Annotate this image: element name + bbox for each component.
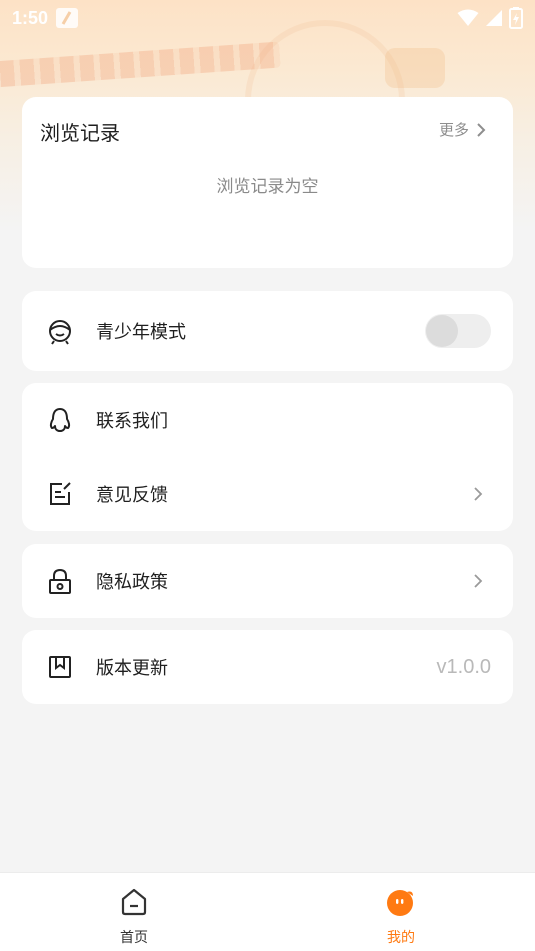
youth-mode-toggle[interactable] [425, 314, 491, 348]
privacy-card: 隐私政策 [22, 544, 513, 618]
lock-icon [49, 568, 71, 594]
version-card: 版本更新 v1.0.0 [22, 630, 513, 704]
nav-profile[interactable]: 我的 [341, 873, 461, 951]
nav-home[interactable]: 首页 [74, 873, 194, 951]
history-empty-text: 浏览记录为空 [216, 177, 319, 197]
toggle-knob [426, 315, 458, 347]
home-icon [121, 888, 147, 916]
chevron-right-icon [474, 487, 483, 501]
youth-mode-row: 青少年模式 [22, 294, 513, 368]
nav-profile-label: 我的 [387, 930, 415, 946]
support-card: 联系我们 意见反馈 [22, 383, 513, 531]
status-bar: 1:50 [0, 0, 535, 36]
version-row[interactable]: 版本更新 v1.0.0 [22, 630, 513, 704]
browse-history-card: 浏览记录 更多 浏览记录为空 [22, 97, 513, 268]
decoration-film-strip [0, 41, 281, 89]
contact-label: 联系我们 [96, 411, 168, 432]
history-more-link[interactable]: 更多 [439, 119, 487, 140]
nav-home-label: 首页 [120, 930, 148, 946]
bottom-navigation: 首页 我的 [0, 872, 535, 951]
status-icons [457, 7, 523, 29]
bookmark-book-icon [49, 656, 71, 678]
chevron-right-icon [477, 122, 486, 137]
chevron-right-icon [474, 574, 483, 588]
youth-mode-label: 青少年模式 [96, 322, 186, 343]
notification-note-icon [56, 8, 79, 28]
feedback-row[interactable]: 意见反馈 [22, 457, 513, 531]
youth-mode-card: 青少年模式 [22, 291, 513, 371]
battery-icon [509, 7, 523, 29]
wifi-icon [457, 9, 479, 26]
feedback-label: 意见反馈 [96, 485, 168, 506]
contact-row[interactable]: 联系我们 [22, 383, 513, 457]
qq-penguin-icon [49, 408, 71, 432]
feedback-edit-icon [50, 482, 71, 505]
privacy-label: 隐私政策 [96, 572, 168, 593]
privacy-row[interactable]: 隐私政策 [22, 544, 513, 618]
history-title: 浏览记录 [40, 121, 120, 145]
signal-icon [486, 10, 502, 26]
version-label: 版本更新 [96, 658, 168, 679]
version-value: v1.0.0 [436, 655, 491, 678]
youth-face-icon [49, 320, 71, 345]
profile-face-icon [387, 890, 413, 916]
decoration-camera [385, 48, 445, 88]
more-label: 更多 [438, 121, 469, 139]
status-time: 1:50 [12, 7, 49, 28]
